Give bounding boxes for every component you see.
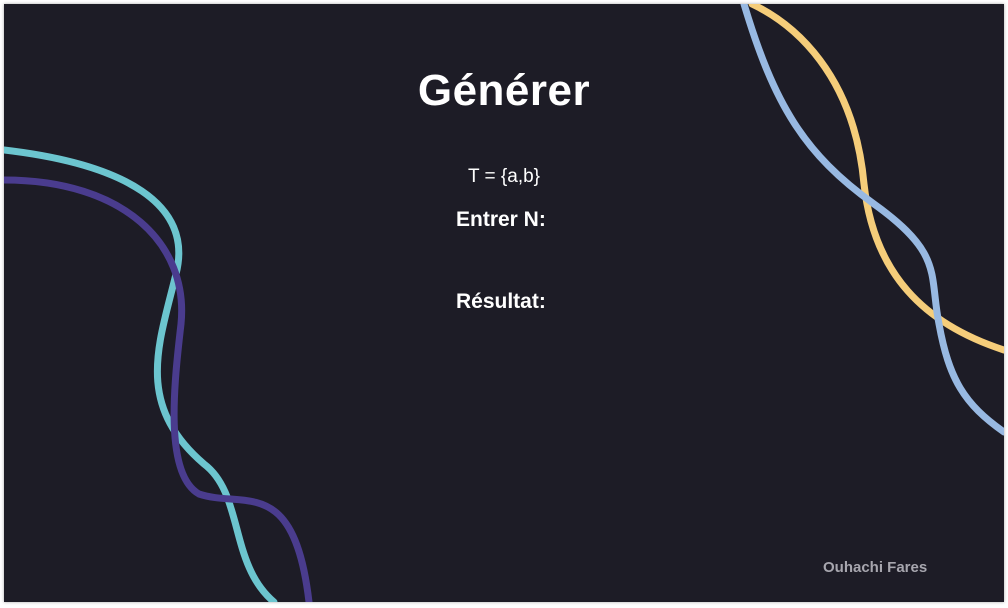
n-label: Entrer N: (456, 208, 546, 231)
alphabet-label: T = {a,b} (467, 166, 541, 187)
page-title: Générer (417, 66, 591, 115)
app-window: Générer T = {a,b} Entrer N: Résultat: Ou… (4, 4, 1004, 602)
author-credit: Ouhachi Fares (823, 559, 928, 576)
result-label: Résultat: (456, 290, 546, 313)
n-input[interactable] (564, 206, 728, 238)
